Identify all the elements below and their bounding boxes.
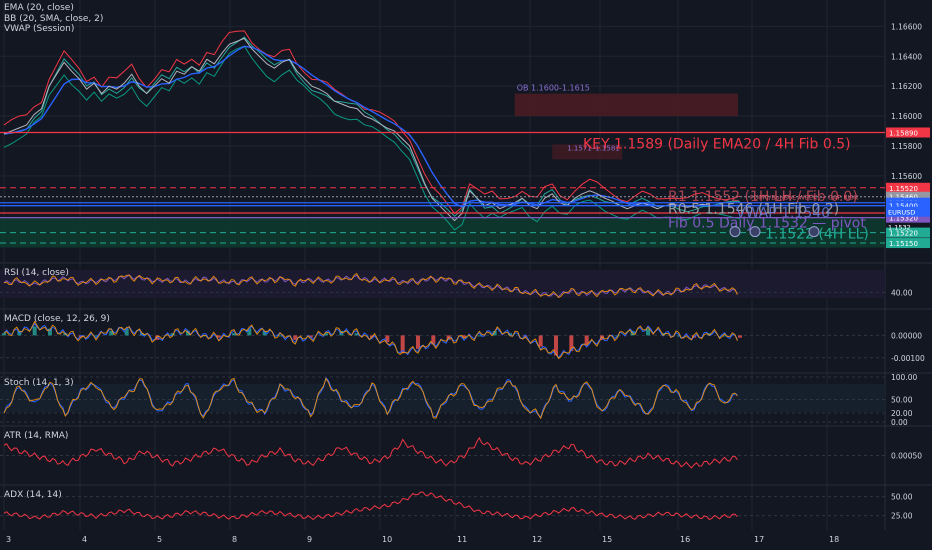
date-label: 15 [602, 535, 612, 544]
macd-histogram-bar [584, 335, 589, 345]
date-label: 4 [82, 535, 87, 544]
macd-histogram-bar [477, 335, 482, 337]
indicator-legend: EMA (20, close) BB (20, SMA, close, 2) V… [4, 3, 103, 35]
atr-axis-tick: 0.00050 [891, 452, 922, 461]
price-tag-text: 1.1532 [888, 224, 911, 232]
event-flag-icon [808, 226, 820, 238]
macd-axis-tick: 0.00000 [891, 331, 922, 340]
event-flag-icon [749, 226, 761, 238]
key-level-label: KEY 1.1589 (Daily EMA20 / 4H Fib 0.5) [583, 136, 851, 152]
macd-axis-tick: -0.00100 [891, 354, 925, 363]
date-label: 18 [829, 535, 839, 544]
legend-ema[interactable]: EMA (20, close) [4, 3, 103, 14]
ob-label: OB 1.1600-1.1615 [517, 84, 590, 93]
macd-histogram-bar [738, 335, 742, 338]
event-flag-icon [729, 226, 741, 238]
macd-histogram-bar [124, 328, 129, 336]
price-axis-tick: 1.16600 [891, 22, 922, 31]
macd-histogram-bar [32, 326, 37, 336]
macd-histogram-bar [416, 335, 420, 349]
date-label: 16 [680, 535, 690, 544]
date-label: 17 [754, 535, 764, 544]
date-label: 8 [232, 535, 237, 544]
price-axis-tick: 1.16400 [891, 52, 922, 61]
level-axis-value: 1.15150 [889, 240, 918, 248]
price-axis-tick: 1.16200 [891, 82, 922, 91]
rsi-axis-tick: 40.00 [891, 288, 913, 297]
stoch-axis-tick: 20.00 [891, 409, 913, 418]
adx-title[interactable]: ADX (14, 14) [4, 490, 62, 500]
chart-canvas: 3 4 5 8 9 10 11 12 15 16 17 18 1.16600 1.16400 1.16200… [0, 0, 932, 550]
date-label: 10 [382, 535, 392, 544]
stoch-axis-tick: 50.00 [891, 396, 913, 405]
rsi-title[interactable]: RSI (14, close) [4, 268, 69, 278]
macd-title[interactable]: MACD (close, 12, 26, 9) [4, 314, 110, 324]
macd-histogram-bar [2, 333, 6, 336]
fomc-label: FOMC/BoJ/BoE WEEK — GAP RISK [750, 194, 859, 202]
stoch-title[interactable]: Stoch (14, 1, 3) [4, 378, 74, 388]
level-axis-value: 1.15520 [889, 185, 918, 193]
adx-axis-tick: 50.00 [891, 493, 913, 502]
stoch-band [0, 384, 885, 412]
date-label: 12 [532, 535, 542, 544]
symbol-tag-text: EURUSD [888, 209, 915, 217]
price-axis-tick: 1.15800 [891, 142, 922, 151]
level-axis-value: 1.15890 [889, 129, 918, 137]
legend-vwap[interactable]: VWAP (Session) [4, 24, 103, 35]
date-label: 3 [6, 535, 11, 544]
ob-zone [514, 93, 738, 117]
price-axis-tick: 1.16000 [891, 112, 922, 121]
rsi-band [0, 270, 885, 298]
price-axis-tick: 1.15600 [891, 172, 922, 181]
date-label: 9 [307, 535, 312, 544]
macd-histogram-bar [538, 335, 543, 347]
atr-title[interactable]: ATR (14, RMA) [4, 431, 68, 441]
stoch-axis-tick: 100.00 [891, 373, 917, 382]
date-label: 11 [457, 535, 467, 544]
date-label: 5 [157, 535, 162, 544]
adx-axis-tick: 25.00 [891, 512, 913, 521]
stoch-axis-tick: 0.00 [891, 418, 908, 427]
legend-bb[interactable]: BB (20, SMA, close, 2) [4, 14, 103, 25]
